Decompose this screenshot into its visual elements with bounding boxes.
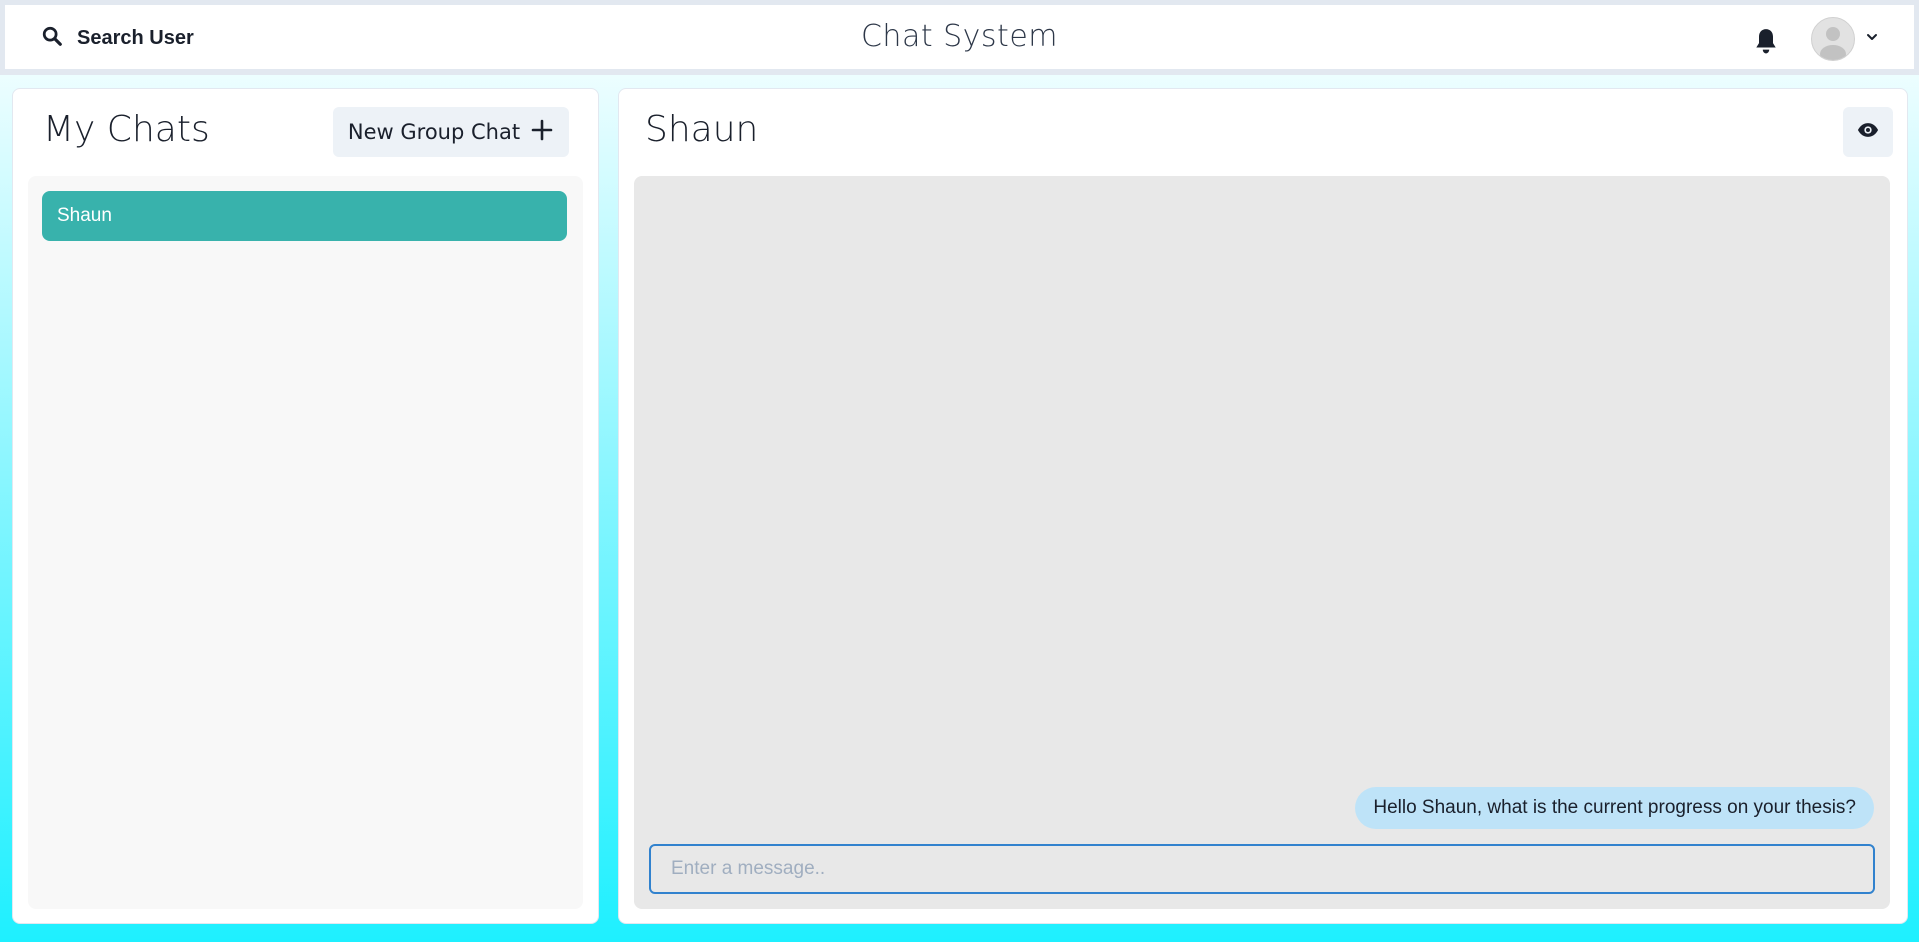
eye-icon bbox=[1857, 122, 1879, 143]
new-group-chat-button[interactable]: New Group Chat bbox=[333, 107, 569, 157]
messages-area[interactable]: Hello Shaun, what is the current progres… bbox=[634, 176, 1890, 909]
chat-panel: Shaun Hello Shaun, what is the current p… bbox=[618, 88, 1908, 924]
chat-list[interactable]: Shaun bbox=[28, 176, 583, 909]
my-chats-panel: My Chats New Group Chat Shaun bbox=[12, 88, 599, 924]
app-title: Chat System bbox=[860, 19, 1058, 54]
chevron-down-icon bbox=[1865, 30, 1879, 49]
bell-icon[interactable] bbox=[1753, 27, 1779, 55]
view-profile-button[interactable] bbox=[1843, 107, 1893, 157]
profile-menu-button[interactable] bbox=[1811, 17, 1879, 61]
my-chats-title: My Chats bbox=[43, 109, 210, 150]
chat-list-item-shaun[interactable]: Shaun bbox=[42, 191, 567, 241]
new-group-chat-label: New Group Chat bbox=[347, 120, 521, 144]
chat-list-item-label: Shaun bbox=[57, 205, 112, 226]
avatar bbox=[1811, 17, 1855, 61]
top-bar: Search User Chat System bbox=[0, 0, 1919, 75]
chat-title: Shaun bbox=[645, 109, 759, 150]
message-bubble: Hello Shaun, what is the current progres… bbox=[1355, 787, 1874, 829]
message-input[interactable] bbox=[649, 844, 1875, 894]
plus-icon bbox=[530, 118, 554, 147]
